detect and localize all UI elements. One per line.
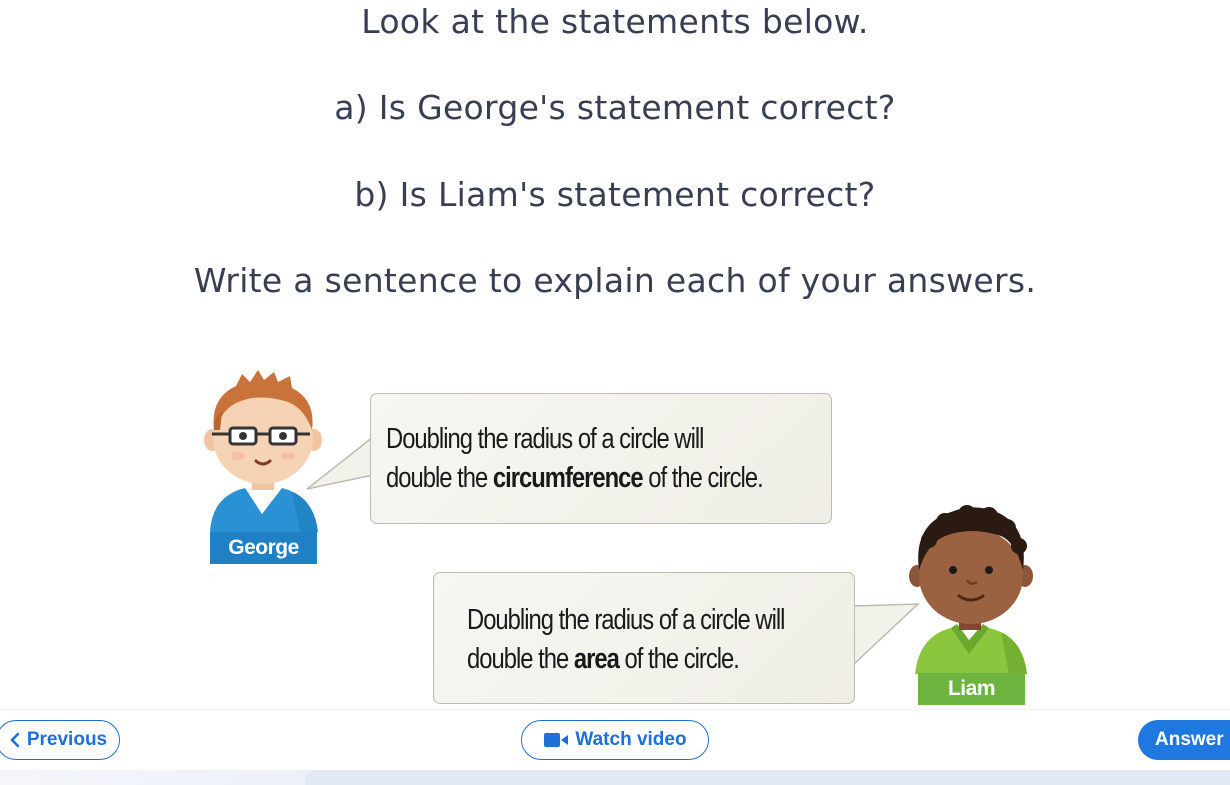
answer-button-label: Answer bbox=[1155, 729, 1224, 750]
video-camera-icon bbox=[544, 733, 569, 747]
question-line-1: Look at the statements below. bbox=[361, 2, 869, 41]
watch-video-label: Watch video bbox=[575, 729, 687, 750]
george-statement-line-2: double the circumference of the circle. bbox=[386, 462, 764, 494]
liam-avatar bbox=[909, 505, 1033, 674]
liam-statement-line-1: Doubling the radius of a circle will bbox=[467, 604, 785, 636]
george-statement-line-1: Doubling the radius of a circle will bbox=[386, 423, 704, 455]
question-line-3: b) Is Liam's statement correct? bbox=[354, 175, 876, 214]
watch-video-button[interactable]: Watch video bbox=[521, 720, 709, 760]
liam-statement-line-2: double the area of the circle. bbox=[467, 643, 740, 675]
liam-speech-bubble: Doubling the radius of a circle will dou… bbox=[433, 572, 855, 704]
george-name-tag: George bbox=[210, 532, 317, 564]
chevron-left-icon bbox=[10, 732, 20, 748]
previous-button[interactable]: Previous bbox=[0, 720, 120, 760]
george-statement-keyword: circumference bbox=[492, 462, 644, 494]
liam-bubble-tail bbox=[853, 603, 920, 665]
question-line-2: a) Is George's statement correct? bbox=[334, 88, 896, 127]
previous-button-label: Previous bbox=[26, 729, 108, 750]
liam-statement-keyword: area bbox=[573, 643, 620, 675]
george-bubble-tail bbox=[306, 436, 374, 490]
answer-button[interactable]: Answer bbox=[1138, 720, 1230, 760]
footer-strip bbox=[0, 770, 1230, 785]
george-speech-bubble: Doubling the radius of a circle will dou… bbox=[370, 393, 832, 524]
question-line-4: Write a sentence to explain each of your… bbox=[193, 261, 1037, 300]
liam-name-tag: Liam bbox=[918, 673, 1025, 705]
